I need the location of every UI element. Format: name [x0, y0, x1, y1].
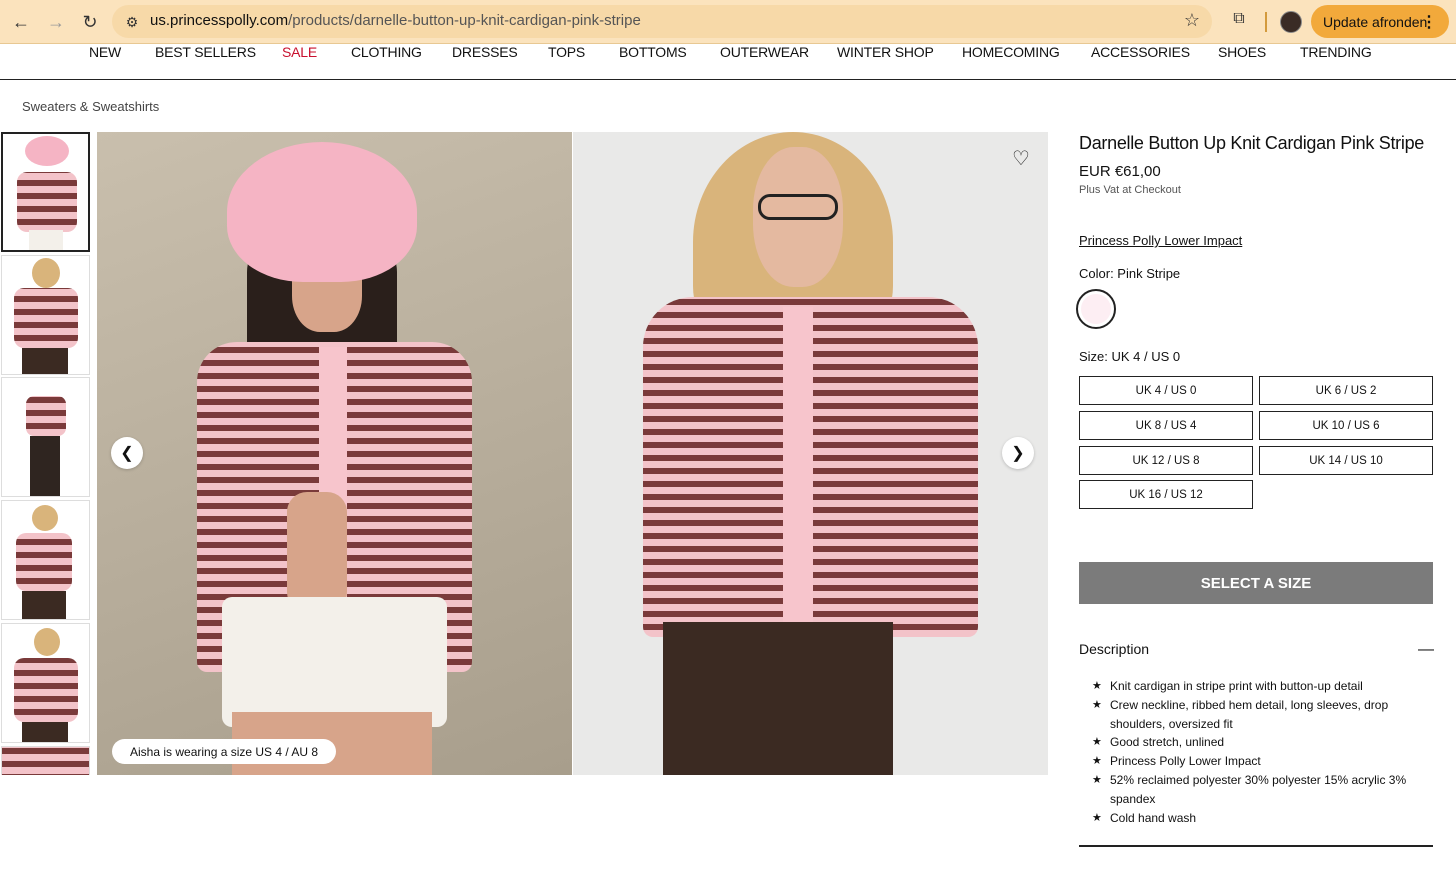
- toolbar-divider: [1265, 12, 1267, 32]
- address-bar[interactable]: ⚙ us.princesspolly.com/products/darnelle…: [112, 5, 1212, 38]
- size-option-uk8[interactable]: UK 8 / US 4: [1079, 411, 1253, 440]
- product-image-1: [97, 132, 572, 775]
- description-list: ★ Knit cardigan in stripe print with butt…: [1092, 677, 1422, 827]
- update-button[interactable]: Update afronden ⋮: [1311, 5, 1449, 38]
- category-nav: NEW BEST SELLERS SALE CLOTHING DRESSES T…: [0, 44, 1456, 80]
- product-image-2: [573, 132, 1048, 775]
- thumbnail-strip: [0, 132, 91, 775]
- list-item: ★ Princess Polly Lower Impact: [1092, 752, 1422, 771]
- breadcrumb[interactable]: Sweaters & Sweatshirts: [22, 99, 159, 114]
- nav-item-homecoming[interactable]: HOMECOMING: [962, 44, 1060, 60]
- browser-toolbar: ← → ↻ ⚙ us.princesspolly.com/products/da…: [0, 0, 1456, 44]
- url-path: /products/darnelle-button-up-knit-cardig…: [288, 12, 641, 29]
- list-item: ★ 52% reclaimed polyester 30% polyester 1…: [1092, 771, 1422, 809]
- bullet-star-icon: ★: [1092, 736, 1102, 749]
- nav-item-shoes[interactable]: SHOES: [1218, 44, 1266, 60]
- description-bullet: 52% reclaimed polyester 30% polyester 15…: [1110, 772, 1407, 806]
- nav-item-accessories[interactable]: ACCESSORIES: [1091, 44, 1190, 60]
- bullet-star-icon: ★: [1092, 755, 1102, 768]
- product-price: EUR €61,00: [1079, 163, 1161, 180]
- thumbnail-3[interactable]: [1, 377, 90, 497]
- menu-dots-icon[interactable]: ⋮: [1421, 12, 1437, 32]
- back-icon[interactable]: ←: [7, 8, 35, 36]
- bullet-star-icon: ★: [1092, 773, 1102, 786]
- model-size-note: Aisha is wearing a size US 4 / AU 8: [112, 739, 337, 764]
- list-item: ★ Crew neckline, ribbed hem detail, long …: [1092, 696, 1422, 734]
- list-item: ★ Good stretch, unlined: [1092, 733, 1422, 752]
- thumbnail-1[interactable]: [1, 132, 90, 252]
- size-option-uk14[interactable]: UK 14 / US 10: [1259, 446, 1433, 475]
- update-label: Update afronden: [1323, 13, 1428, 30]
- nav-item-new[interactable]: NEW: [89, 44, 121, 60]
- size-option-uk6[interactable]: UK 6 / US 2: [1259, 376, 1433, 405]
- thumbnail-5[interactable]: [1, 623, 90, 743]
- bookmark-star-icon[interactable]: ☆: [1184, 10, 1200, 31]
- nav-item-dresses[interactable]: DRESSES: [452, 44, 518, 60]
- reload-icon[interactable]: ↻: [76, 8, 104, 36]
- thumbnail-2[interactable]: [1, 255, 90, 375]
- size-option-uk10[interactable]: UK 10 / US 6: [1259, 411, 1433, 440]
- site-settings-icon[interactable]: ⚙: [122, 12, 142, 32]
- color-swatch-pink-stripe[interactable]: [1076, 289, 1116, 329]
- description-bullet: Cold hand wash: [1110, 810, 1197, 825]
- extensions-icon[interactable]: ⧉: [1228, 10, 1250, 32]
- thumbnail-4[interactable]: [1, 500, 90, 620]
- vat-note: Plus Vat at Checkout: [1079, 184, 1181, 196]
- nav-item-sale[interactable]: SALE: [282, 44, 317, 60]
- description-heading[interactable]: Description: [1079, 641, 1149, 657]
- next-image-button[interactable]: ❯: [1002, 437, 1034, 469]
- bullet-star-icon: ★: [1092, 698, 1102, 711]
- nav-item-outerwear[interactable]: OUTERWEAR: [720, 44, 809, 60]
- thumbnail-6[interactable]: [1, 746, 90, 775]
- bullet-star-icon: ★: [1092, 680, 1102, 692]
- product-gallery: ❮ ❯ ♡ Aisha is wearing a size US 4 / AU …: [97, 132, 1048, 775]
- color-label: Color: Pink Stripe: [1079, 266, 1181, 281]
- list-item: ★ Cold hand wash: [1092, 809, 1422, 828]
- size-option-uk4[interactable]: UK 4 / US 0: [1079, 376, 1253, 405]
- select-size-button[interactable]: SELECT A SIZE: [1079, 562, 1433, 604]
- nav-item-winter-shop[interactable]: WINTER SHOP: [837, 44, 934, 60]
- size-option-uk16[interactable]: UK 16 / US 12: [1079, 480, 1253, 509]
- collapse-toggle[interactable]: —: [1418, 641, 1434, 659]
- prev-image-button[interactable]: ❮: [111, 437, 143, 469]
- list-item: ★ Knit cardigan in stripe print with butt…: [1092, 677, 1422, 696]
- profile-avatar[interactable]: [1280, 11, 1302, 33]
- description-bullet: Princess Polly Lower Impact: [1110, 754, 1261, 769]
- lower-impact-link[interactable]: Princess Polly Lower Impact: [1079, 233, 1242, 248]
- nav-item-bottoms[interactable]: BOTTOMS: [619, 44, 687, 60]
- nav-item-trending[interactable]: TRENDING: [1300, 44, 1372, 60]
- description-bullet: Good stretch, unlined: [1110, 735, 1225, 750]
- product-title: Darnelle Button Up Knit Cardigan Pink St…: [1079, 133, 1424, 153]
- size-option-uk12[interactable]: UK 12 / US 8: [1079, 446, 1253, 475]
- url-text[interactable]: us.princesspolly.com/products/darnelle-b…: [150, 12, 641, 29]
- url-domain: us.princesspolly.com: [150, 12, 289, 29]
- nav-item-clothing[interactable]: CLOTHING: [351, 44, 422, 60]
- nav-item-tops[interactable]: TOPS: [548, 44, 585, 60]
- bullet-star-icon: ★: [1092, 811, 1102, 824]
- size-label: Size: UK 4 / US 0: [1079, 349, 1181, 364]
- forward-icon[interactable]: →: [42, 8, 70, 36]
- description-bullet: Knit cardigan in stripe print with butto…: [1110, 679, 1363, 693]
- wishlist-heart-icon[interactable]: ♡: [1010, 148, 1032, 170]
- nav-item-best-sellers[interactable]: BEST SELLERS: [155, 44, 256, 60]
- description-divider: [1079, 845, 1433, 847]
- description-bullet: Crew neckline, ribbed hem detail, long s…: [1110, 697, 1389, 731]
- swatch-fill: [1081, 294, 1111, 324]
